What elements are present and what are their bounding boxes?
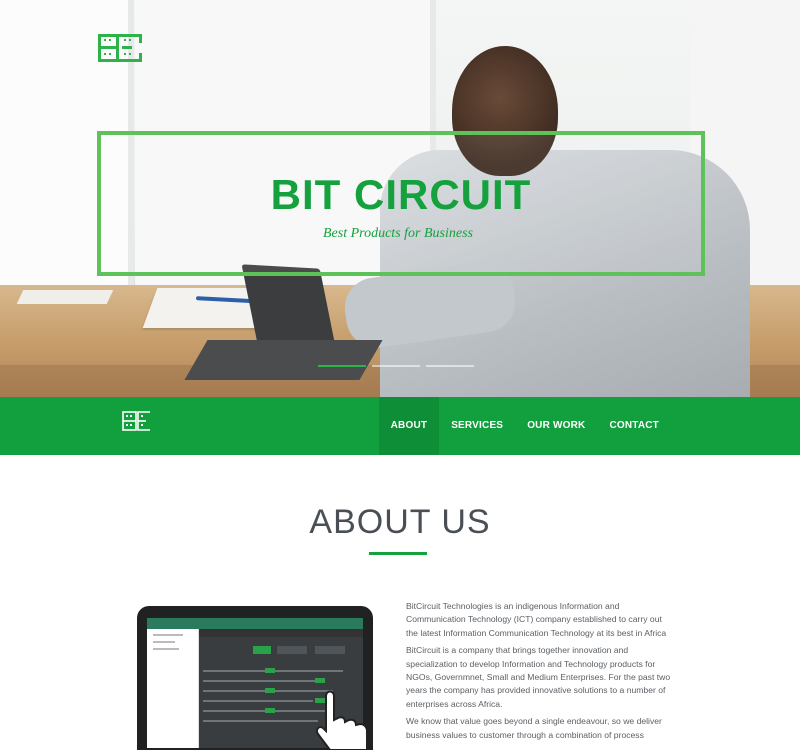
tablet-device — [184, 340, 383, 380]
nav-item-about[interactable]: ABOUT — [378, 397, 440, 455]
about-heading: ABOUT US — [309, 503, 491, 541]
app-card — [315, 646, 345, 654]
app-card — [277, 646, 307, 654]
nav-item-our-work[interactable]: OUR WORK — [515, 397, 597, 455]
app-button — [265, 708, 275, 713]
app-button — [265, 688, 275, 693]
heading-underline — [369, 552, 427, 555]
app-row — [203, 700, 313, 702]
slider-indicators — [318, 365, 474, 368]
hero-section: BIT CIRCUIT Best Products for Business — [0, 0, 800, 397]
app-card — [253, 646, 271, 654]
app-button — [265, 668, 275, 673]
slider-indicator[interactable] — [426, 365, 474, 367]
about-paragraph: We know that value goes beyond a single … — [406, 716, 662, 740]
about-paragraph: BitCircuit is a company that brings toge… — [406, 645, 671, 709]
hero-tagline: Best Products for Business — [323, 226, 473, 241]
app-row — [203, 680, 323, 682]
slider-indicator[interactable] — [372, 365, 420, 367]
bitcircuit-logo-icon[interactable] — [98, 34, 142, 62]
app-topbar — [147, 618, 363, 629]
about-text: BitCircuit Technologies is an indigenous… — [406, 600, 676, 746]
app-toolbar — [199, 629, 363, 637]
pointing-hand-icon — [315, 690, 368, 750]
hero-title: BIT CIRCUIT — [270, 171, 532, 218]
bitcircuit-logo-icon[interactable] — [122, 411, 152, 431]
app-row — [203, 720, 318, 722]
papers — [16, 290, 114, 304]
nav-item-services[interactable]: SERVICES — [439, 397, 515, 455]
about-paragraph: BitCircuit Technologies is an indigenous… — [406, 601, 667, 638]
slider-indicator[interactable] — [318, 365, 366, 367]
nav-item-contact[interactable]: CONTACT — [597, 397, 671, 455]
main-navigation: ABOUT SERVICES OUR WORK CONTACT — [0, 397, 800, 455]
app-sidebar — [147, 629, 199, 748]
app-button — [315, 678, 325, 683]
hero-frame: BIT CIRCUIT Best Products for Business — [97, 131, 705, 276]
nav-menu: ABOUT SERVICES OUR WORK CONTACT — [378, 397, 671, 455]
